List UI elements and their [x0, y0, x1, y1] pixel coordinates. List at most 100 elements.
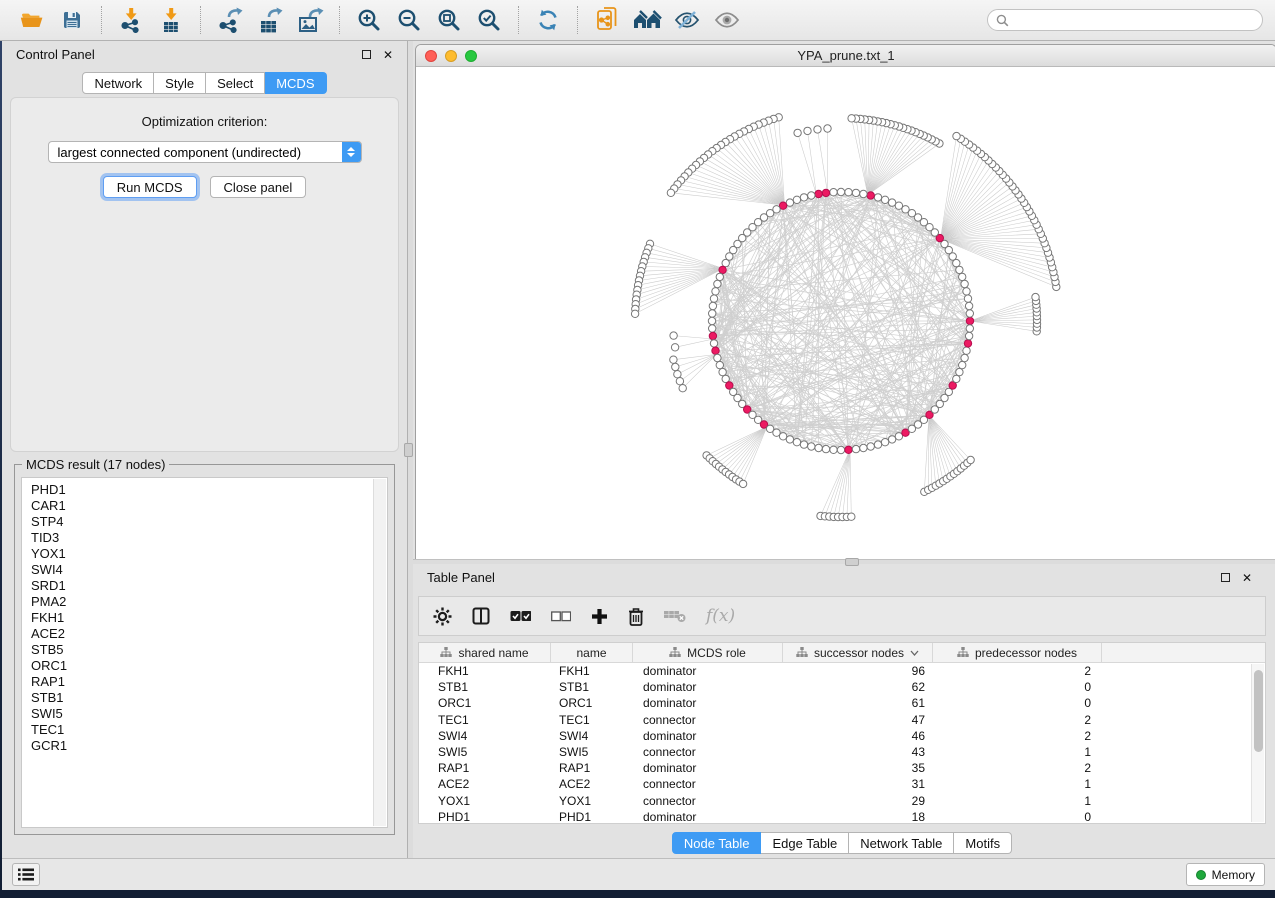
mcds-node-item[interactable]: ACE2 — [31, 626, 387, 642]
cell: YOX1 — [551, 794, 633, 808]
save-session-button[interactable] — [52, 3, 92, 37]
splitter-grip[interactable] — [845, 558, 859, 566]
deselect-all-button[interactable] — [551, 611, 571, 622]
table-scrollbar[interactable] — [1251, 664, 1264, 822]
delete-table-button[interactable] — [664, 609, 686, 623]
mcds-node-item[interactable]: SWI5 — [31, 706, 387, 722]
open-file-button[interactable] — [12, 3, 52, 37]
table-row[interactable]: ORC1ORC1dominator610 — [419, 695, 1265, 711]
table-row[interactable]: STB1STB1dominator620 — [419, 679, 1265, 695]
zoom-fit-button[interactable] — [429, 3, 469, 37]
first-neighbors-button[interactable] — [627, 3, 667, 37]
zoom-selected-button[interactable] — [469, 3, 509, 37]
function-builder-button[interactable]: f(x) — [706, 606, 735, 626]
main-toolbar — [0, 0, 1275, 41]
mcds-list-scrollbar[interactable] — [373, 479, 386, 826]
cell: SWI5 — [551, 745, 633, 759]
table-row[interactable]: SWI4SWI4dominator462 — [419, 728, 1265, 744]
export-network-button[interactable] — [210, 3, 250, 37]
cell: dominator — [633, 810, 783, 824]
refresh-view-button[interactable] — [528, 3, 568, 37]
memory-button[interactable]: Memory — [1186, 863, 1265, 886]
column-header-mcds-role[interactable]: MCDS role — [633, 643, 783, 662]
tab-network-table[interactable]: Network Table — [849, 832, 954, 854]
tab-edge-table[interactable]: Edge Table — [761, 832, 849, 854]
splitter-grip[interactable] — [404, 443, 413, 457]
tab-node-table[interactable]: Node Table — [672, 832, 762, 854]
import-network-button[interactable] — [111, 3, 151, 37]
cell: YOX1 — [419, 794, 551, 808]
mcds-node-item[interactable]: SWI4 — [31, 562, 387, 578]
show-column-pane-button[interactable] — [472, 607, 490, 625]
cell: 2 — [933, 664, 1102, 678]
mcds-node-item[interactable]: STP4 — [31, 514, 387, 530]
search-box[interactable] — [987, 9, 1263, 31]
optimization-criterion-select[interactable]: largest connected component (undirected) — [48, 141, 362, 163]
task-history-button[interactable] — [12, 863, 40, 886]
share-document-button[interactable] — [587, 3, 627, 37]
scrollbar-thumb[interactable] — [1254, 670, 1263, 752]
export-image-button[interactable] — [290, 3, 330, 37]
mcds-node-item[interactable]: TID3 — [31, 530, 387, 546]
export-table-button[interactable] — [250, 3, 290, 37]
mcds-node-item[interactable]: TEC1 — [31, 722, 387, 738]
table-settings-button[interactable] — [433, 607, 452, 626]
mcds-node-item[interactable]: GCR1 — [31, 738, 387, 754]
tab-style[interactable]: Style — [154, 72, 206, 94]
mcds-node-item[interactable]: ORC1 — [31, 658, 387, 674]
table-row[interactable]: TEC1TEC1connector472 — [419, 712, 1265, 728]
table-row[interactable]: RAP1RAP1dominator352 — [419, 760, 1265, 776]
close-panel-button[interactable]: Close panel — [210, 176, 307, 198]
import-table-button[interactable] — [151, 3, 191, 37]
mcds-node-item[interactable]: CAR1 — [31, 498, 387, 514]
import-table-icon — [158, 7, 184, 33]
search-input[interactable] — [1014, 12, 1254, 28]
network-window-titlebar[interactable]: YPA_prune.txt_1 — [416, 45, 1275, 67]
table-row[interactable]: YOX1YOX1connector291 — [419, 793, 1265, 809]
close-panel-icon[interactable]: ✕ — [1242, 572, 1252, 584]
table-row[interactable]: PHD1PHD1dominator180 — [419, 809, 1265, 824]
mcds-result-list[interactable]: PHD1CAR1STP4TID3YOX1SWI4SRD1PMA2FKH1ACE2… — [21, 477, 388, 828]
zoom-out-button[interactable] — [389, 3, 429, 37]
mcds-node-item[interactable]: PHD1 — [31, 482, 387, 498]
zoom-selected-icon — [476, 7, 502, 33]
horizontal-splitter[interactable] — [413, 559, 1275, 564]
select-all-button[interactable] — [510, 610, 531, 622]
vertical-splitter[interactable] — [407, 41, 413, 858]
tab-motifs[interactable]: Motifs — [954, 832, 1012, 854]
close-panel-icon[interactable]: ✕ — [383, 49, 393, 61]
table-row[interactable]: SWI5SWI5connector431 — [419, 744, 1265, 760]
mcds-node-item[interactable]: PMA2 — [31, 594, 387, 610]
mcds-node-item[interactable]: SRD1 — [31, 578, 387, 594]
cell: 2 — [933, 729, 1102, 743]
hide-selected-button[interactable] — [667, 3, 707, 37]
mcds-node-item[interactable]: YOX1 — [31, 546, 387, 562]
float-panel-icon[interactable] — [1221, 573, 1230, 582]
tab-network[interactable]: Network — [82, 72, 154, 94]
tab-select[interactable]: Select — [206, 72, 265, 94]
column-header-name[interactable]: name — [551, 643, 633, 662]
table-header: shared namenameMCDS rolesuccessor nodesp… — [419, 643, 1265, 663]
cell: connector — [633, 794, 783, 808]
column-header-predecessor-nodes[interactable]: predecessor nodes — [933, 643, 1102, 662]
table-row[interactable]: ACE2ACE2connector311 — [419, 776, 1265, 792]
cell: 43 — [783, 745, 933, 759]
network-canvas[interactable] — [416, 67, 1275, 559]
unchecked-boxes-icon — [551, 611, 571, 622]
mcds-node-item[interactable]: STB1 — [31, 690, 387, 706]
add-column-button[interactable] — [591, 608, 608, 625]
run-mcds-button[interactable]: Run MCDS — [103, 176, 197, 198]
mcds-node-item[interactable]: STB5 — [31, 642, 387, 658]
column-header-shared-name[interactable]: shared name — [419, 643, 551, 662]
column-header-successor-nodes[interactable]: successor nodes — [783, 643, 933, 662]
mcds-node-item[interactable]: FKH1 — [31, 610, 387, 626]
table-row[interactable]: FKH1FKH1dominator962 — [419, 663, 1265, 679]
float-panel-icon[interactable] — [362, 50, 371, 59]
delete-column-button[interactable] — [628, 607, 644, 626]
cell: RAP1 — [551, 761, 633, 775]
mcds-node-item[interactable]: RAP1 — [31, 674, 387, 690]
tab-mcds[interactable]: MCDS — [265, 72, 326, 94]
zoom-in-button[interactable] — [349, 3, 389, 37]
cell: RAP1 — [419, 761, 551, 775]
show-all-button[interactable] — [707, 3, 747, 37]
